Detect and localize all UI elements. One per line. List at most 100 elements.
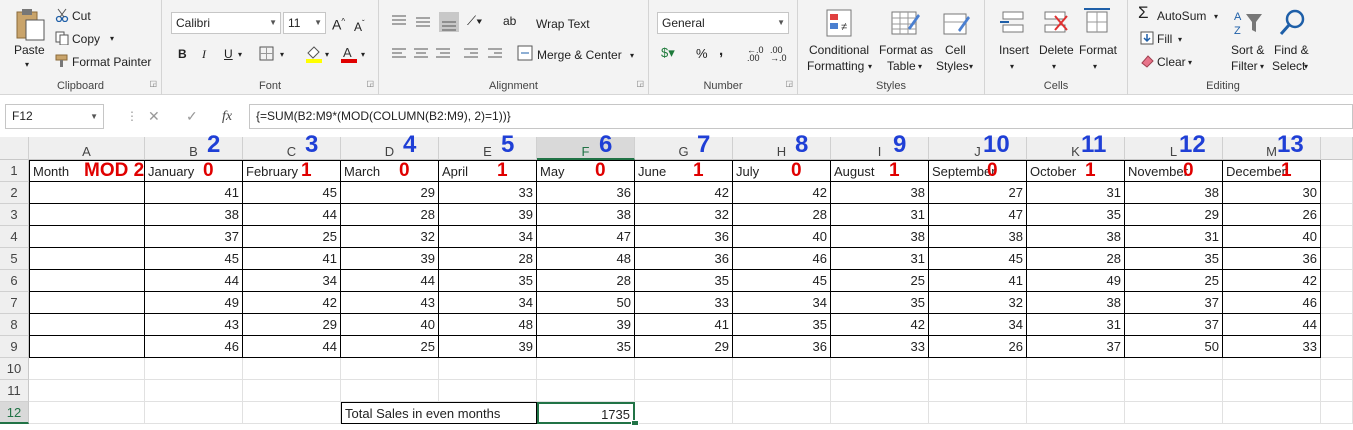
font-name-select[interactable]: Calibri ▼ [171, 12, 281, 34]
conditional-formatting-label-1[interactable]: Conditional [809, 43, 869, 57]
underline-button[interactable]: U [224, 47, 233, 61]
cell[interactable] [1027, 358, 1125, 380]
data-cell[interactable]: 33 [831, 336, 929, 358]
data-cell[interactable]: 38 [145, 204, 243, 226]
cell[interactable] [929, 358, 1027, 380]
cell[interactable] [1321, 160, 1353, 182]
data-cell[interactable]: 34 [439, 292, 537, 314]
row-header[interactable]: 3 [0, 204, 29, 226]
data-cell[interactable]: 42 [831, 314, 929, 336]
data-cell[interactable]: 28 [341, 204, 439, 226]
cell[interactable] [439, 380, 537, 402]
sort-filter-label-2[interactable]: Filter [1231, 59, 1258, 73]
data-cell[interactable]: 25 [243, 226, 341, 248]
insert-function-icon[interactable]: fx [222, 104, 232, 129]
header-cell[interactable]: August [831, 160, 929, 182]
fill-handle[interactable] [631, 420, 639, 426]
format-button[interactable]: Format [1079, 43, 1117, 57]
month-cell[interactable] [29, 226, 145, 248]
copy-button[interactable]: Copy [72, 32, 100, 46]
data-cell[interactable]: 46 [145, 336, 243, 358]
decrease-font-size-icon[interactable]: Aˇ [354, 17, 365, 34]
row-header[interactable]: 8 [0, 314, 29, 336]
sort-dropdown-icon[interactable]: ▾ [1260, 60, 1264, 74]
month-cell[interactable] [29, 248, 145, 270]
autosum-button[interactable]: AutoSum [1157, 9, 1206, 23]
wrap-text-button[interactable]: Wrap Text [536, 17, 590, 31]
row-header[interactable]: 10 [0, 358, 29, 380]
row-header[interactable]: 1 [0, 160, 29, 182]
data-cell[interactable]: 41 [145, 182, 243, 204]
cell[interactable] [929, 380, 1027, 402]
data-cell[interactable]: 38 [831, 182, 929, 204]
cell[interactable] [733, 358, 831, 380]
decrease-decimal-icon[interactable]: .00 →.0 [770, 46, 787, 63]
month-cell[interactable] [29, 314, 145, 336]
data-cell[interactable]: 33 [635, 292, 733, 314]
borders-icon[interactable] [259, 46, 275, 62]
month-cell[interactable] [29, 270, 145, 292]
cell[interactable] [537, 358, 635, 380]
cell[interactable] [1125, 402, 1223, 424]
alignment-launcher-icon[interactable]: ◲ [636, 77, 644, 91]
data-cell[interactable]: 34 [439, 226, 537, 248]
header-cell[interactable]: March [341, 160, 439, 182]
data-cell[interactable]: 42 [243, 292, 341, 314]
data-cell[interactable]: 35 [439, 270, 537, 292]
month-cell[interactable] [29, 292, 145, 314]
cell[interactable] [733, 380, 831, 402]
data-cell[interactable]: 36 [635, 226, 733, 248]
data-cell[interactable]: 31 [831, 248, 929, 270]
data-cell[interactable]: 37 [1125, 314, 1223, 336]
cell[interactable] [243, 380, 341, 402]
column-header[interactable]: L [1125, 137, 1223, 160]
cell[interactable] [29, 402, 145, 424]
column-header[interactable]: I [831, 137, 929, 160]
copy-dropdown-icon[interactable]: ▾ [110, 32, 114, 46]
data-cell[interactable]: 43 [341, 292, 439, 314]
month-cell[interactable] [29, 336, 145, 358]
cell[interactable] [243, 402, 341, 424]
row-header[interactable]: 9 [0, 336, 29, 358]
cell[interactable] [1321, 292, 1353, 314]
data-cell[interactable]: 35 [635, 270, 733, 292]
data-cell[interactable]: 42 [635, 182, 733, 204]
select-all-corner[interactable] [0, 137, 29, 160]
italic-button[interactable]: I [202, 47, 206, 61]
data-cell[interactable]: 29 [243, 314, 341, 336]
data-cell[interactable]: 26 [929, 336, 1027, 358]
delete-cells-icon[interactable] [1041, 8, 1071, 38]
column-header-extra[interactable] [1321, 137, 1353, 160]
month-cell[interactable] [29, 204, 145, 226]
insert-button[interactable]: Insert [999, 43, 1029, 57]
row-header[interactable]: 2 [0, 182, 29, 204]
cell[interactable] [145, 402, 243, 424]
percent-button[interactable]: % [696, 47, 708, 61]
data-cell[interactable]: 48 [537, 248, 635, 270]
data-cell[interactable]: 41 [635, 314, 733, 336]
fill-dropdown-icon[interactable]: ▾ [1178, 33, 1182, 47]
data-cell[interactable]: 48 [439, 314, 537, 336]
cell[interactable] [733, 402, 831, 424]
header-cell[interactable]: January [145, 160, 243, 182]
data-cell[interactable]: 39 [439, 204, 537, 226]
cell[interactable] [1321, 226, 1353, 248]
data-cell[interactable]: 39 [537, 314, 635, 336]
data-cell[interactable]: 29 [1125, 204, 1223, 226]
font-color-icon[interactable]: A [340, 44, 358, 64]
cut-button[interactable]: Cut [72, 9, 91, 23]
format-cells-icon[interactable] [1083, 8, 1113, 38]
data-cell[interactable]: 33 [439, 182, 537, 204]
data-cell[interactable]: 42 [733, 182, 831, 204]
data-cell[interactable]: 32 [635, 204, 733, 226]
data-cell[interactable]: 40 [733, 226, 831, 248]
data-cell[interactable]: 50 [537, 292, 635, 314]
data-cell[interactable]: 34 [929, 314, 1027, 336]
conditional-dropdown-icon[interactable]: ▾ [868, 60, 872, 74]
insert-dropdown-icon[interactable]: ▾ [1010, 60, 1014, 74]
underline-dropdown-icon[interactable]: ▾ [238, 48, 242, 62]
horizontal-align-icons[interactable] [390, 46, 508, 62]
data-cell[interactable]: 37 [1125, 292, 1223, 314]
merge-dropdown-icon[interactable]: ▾ [630, 49, 634, 63]
data-cell[interactable]: 32 [341, 226, 439, 248]
